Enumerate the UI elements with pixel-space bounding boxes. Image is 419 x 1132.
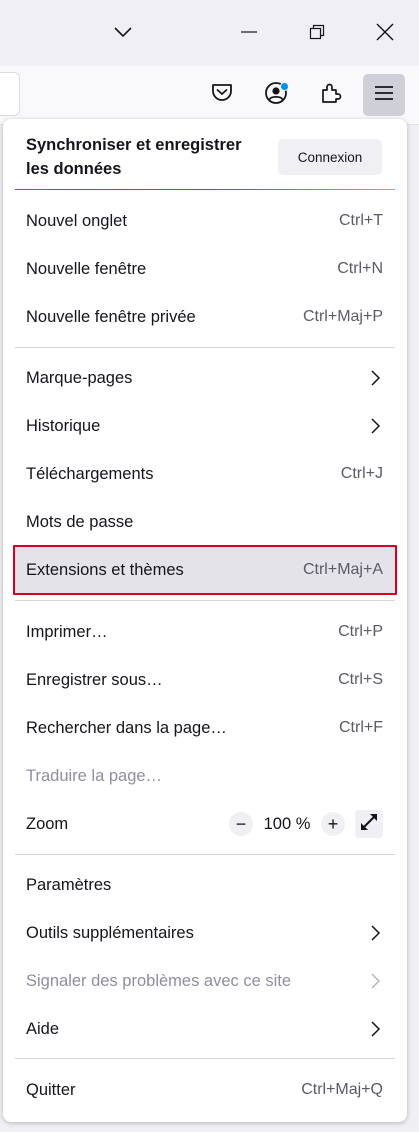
minimize-icon <box>241 31 257 33</box>
menu-item-shortcut: Ctrl+J <box>340 465 383 482</box>
chevron-right-icon <box>367 418 383 434</box>
menu-item-label: Nouvelle fenêtre <box>26 260 147 278</box>
menu-item-history[interactable]: Historique <box>13 402 397 450</box>
restore-icon <box>309 24 325 40</box>
menu-item-label: Nouvel onglet <box>26 212 127 230</box>
extensions-icon <box>320 82 342 109</box>
sign-in-button[interactable]: Connexion <box>278 139 382 175</box>
menu-item-print[interactable]: Imprimer… Ctrl+P <box>13 608 397 656</box>
menu-item-settings[interactable]: Paramètres <box>13 861 397 909</box>
chevron-right-icon <box>367 925 383 941</box>
sync-section: Synchroniser et enregistrer les données … <box>3 119 407 191</box>
list-all-tabs-button[interactable] <box>105 14 141 50</box>
hamburger-menu-icon <box>375 85 393 106</box>
menu-item-zoom: Zoom − 100 % + <box>13 800 397 848</box>
zoom-controls: − 100 % + <box>229 810 383 838</box>
close-window-button[interactable] <box>367 14 403 50</box>
menu-item-new-tab[interactable]: Nouvel onglet Ctrl+T <box>13 197 397 245</box>
menu-item-shortcut: Ctrl+F <box>339 719 383 736</box>
menu-item-label: Traduire la page… <box>26 767 163 785</box>
zoom-level[interactable]: 100 % <box>253 815 321 834</box>
menu-item-report-site: Signaler des problèmes avec ce site <box>13 957 397 1005</box>
menu-item-quit[interactable]: Quitter Ctrl+Maj+Q <box>13 1066 397 1114</box>
chevron-right-icon <box>367 370 383 386</box>
menu-separator <box>15 1058 395 1059</box>
zoom-out-button[interactable]: − <box>229 812 253 836</box>
menu-item-label: Paramètres <box>26 876 112 894</box>
navigation-toolbar <box>0 66 419 125</box>
chevron-down-icon <box>114 27 132 37</box>
menu-item-label: Signaler des problèmes avec ce site <box>26 972 292 990</box>
menu-separator <box>15 347 395 348</box>
menu-separator <box>15 854 395 855</box>
menu-item-label: Imprimer… <box>26 623 108 641</box>
menu-item-shortcut: Ctrl+Maj+A <box>302 561 383 578</box>
close-icon <box>376 23 394 41</box>
fullscreen-button[interactable] <box>355 810 383 838</box>
minimize-button[interactable] <box>231 14 267 50</box>
menu-separator <box>15 600 395 601</box>
menu-item-shortcut: Ctrl+T <box>339 212 383 229</box>
menu-item-addons[interactable]: Extensions et thèmes Ctrl+Maj+A <box>13 545 397 595</box>
menu-item-label: Historique <box>26 417 101 435</box>
chevron-right-icon <box>367 1021 383 1037</box>
menu-item-label: Téléchargements <box>26 465 154 483</box>
menu-item-label: Zoom <box>26 815 69 833</box>
menu-item-save-as[interactable]: Enregistrer sous… Ctrl+S <box>13 656 397 704</box>
sync-title: Synchroniser et enregistrer les données <box>26 136 242 178</box>
menu-item-downloads[interactable]: Téléchargements Ctrl+J <box>13 450 397 498</box>
app-menu-button[interactable] <box>363 74 405 116</box>
menu-item-translate: Traduire la page… <box>13 752 397 800</box>
menu-item-passwords[interactable]: Mots de passe <box>13 498 397 546</box>
pocket-button[interactable] <box>203 76 241 114</box>
zoom-in-button[interactable]: + <box>321 812 345 836</box>
menu-item-label: Mots de passe <box>26 513 134 531</box>
menu-item-help[interactable]: Aide <box>13 1005 397 1053</box>
fullscreen-icon <box>359 812 379 837</box>
notification-dot <box>280 82 289 91</box>
restore-button[interactable] <box>299 14 335 50</box>
menu-item-label: Extensions et thèmes <box>26 561 184 579</box>
menu-item-label: Quitter <box>26 1081 76 1099</box>
account-button[interactable] <box>257 76 295 114</box>
menu-item-shortcut: Ctrl+Maj+P <box>302 308 383 325</box>
menu-item-shortcut: Ctrl+P <box>338 623 383 640</box>
chevron-right-icon <box>367 973 383 989</box>
menu-item-shortcut: Ctrl+S <box>338 671 383 688</box>
menu-item-find-in-page[interactable]: Rechercher dans la page… Ctrl+F <box>13 704 397 752</box>
gradient-divider <box>15 189 395 190</box>
url-bar[interactable] <box>0 72 20 116</box>
app-menu-panel: Synchroniser et enregistrer les données … <box>3 119 407 1122</box>
menu-item-label: Marque-pages <box>26 369 133 387</box>
menu-item-label: Enregistrer sous… <box>26 671 163 689</box>
menu-item-label: Nouvelle fenêtre privée <box>26 308 196 326</box>
menu-item-shortcut: Ctrl+N <box>337 260 383 277</box>
menu-item-label: Outils supplémentaires <box>26 924 194 942</box>
menu-item-private-window[interactable]: Nouvelle fenêtre privée Ctrl+Maj+P <box>13 293 397 341</box>
menu-item-label: Aide <box>26 1020 60 1038</box>
menu-item-label: Rechercher dans la page… <box>26 719 227 737</box>
extensions-button[interactable] <box>312 76 350 114</box>
pocket-icon <box>211 83 233 108</box>
menu-item-shortcut: Ctrl+Maj+Q <box>301 1081 383 1098</box>
menu-item-more-tools[interactable]: Outils supplémentaires <box>13 909 397 957</box>
menu-item-new-window[interactable]: Nouvelle fenêtre Ctrl+N <box>13 245 397 293</box>
title-bar <box>0 0 419 66</box>
menu-item-bookmarks[interactable]: Marque-pages <box>13 354 397 402</box>
